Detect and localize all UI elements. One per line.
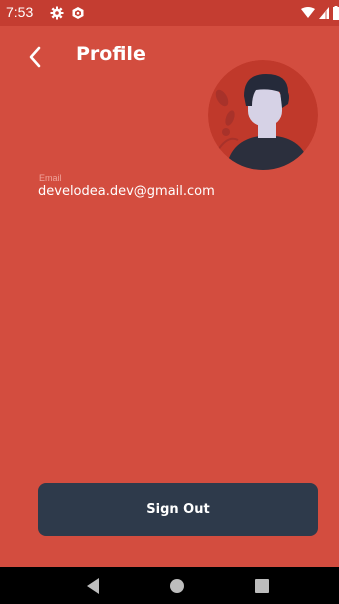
page-title: Profile [76, 43, 146, 65]
status-time: 7:53 [6, 4, 34, 20]
email-value: develodea.dev@gmail.com [38, 184, 215, 199]
sign-out-button[interactable]: Sign Out [38, 483, 318, 536]
wifi-icon [301, 7, 315, 18]
status-icons [301, 5, 339, 21]
nav-home-icon[interactable] [169, 578, 185, 594]
battery-icon [333, 6, 339, 20]
back-button[interactable] [24, 44, 46, 70]
back-arrow-icon [29, 46, 41, 68]
user-avatar-illustration [208, 60, 318, 170]
nav-recents-icon[interactable] [255, 579, 269, 593]
navigation-bar [0, 567, 339, 604]
avatar [208, 60, 318, 170]
profile-screen: 7:53 Profile Email develodea.dev@gmail.c… [0, 0, 339, 604]
signal-icon [319, 7, 329, 19]
gear-icon [50, 6, 64, 20]
status-bar: 7:53 [0, 0, 339, 26]
nav-back-icon[interactable] [85, 577, 101, 595]
email-label: Email [39, 173, 62, 183]
app-notification-icon [72, 7, 84, 19]
